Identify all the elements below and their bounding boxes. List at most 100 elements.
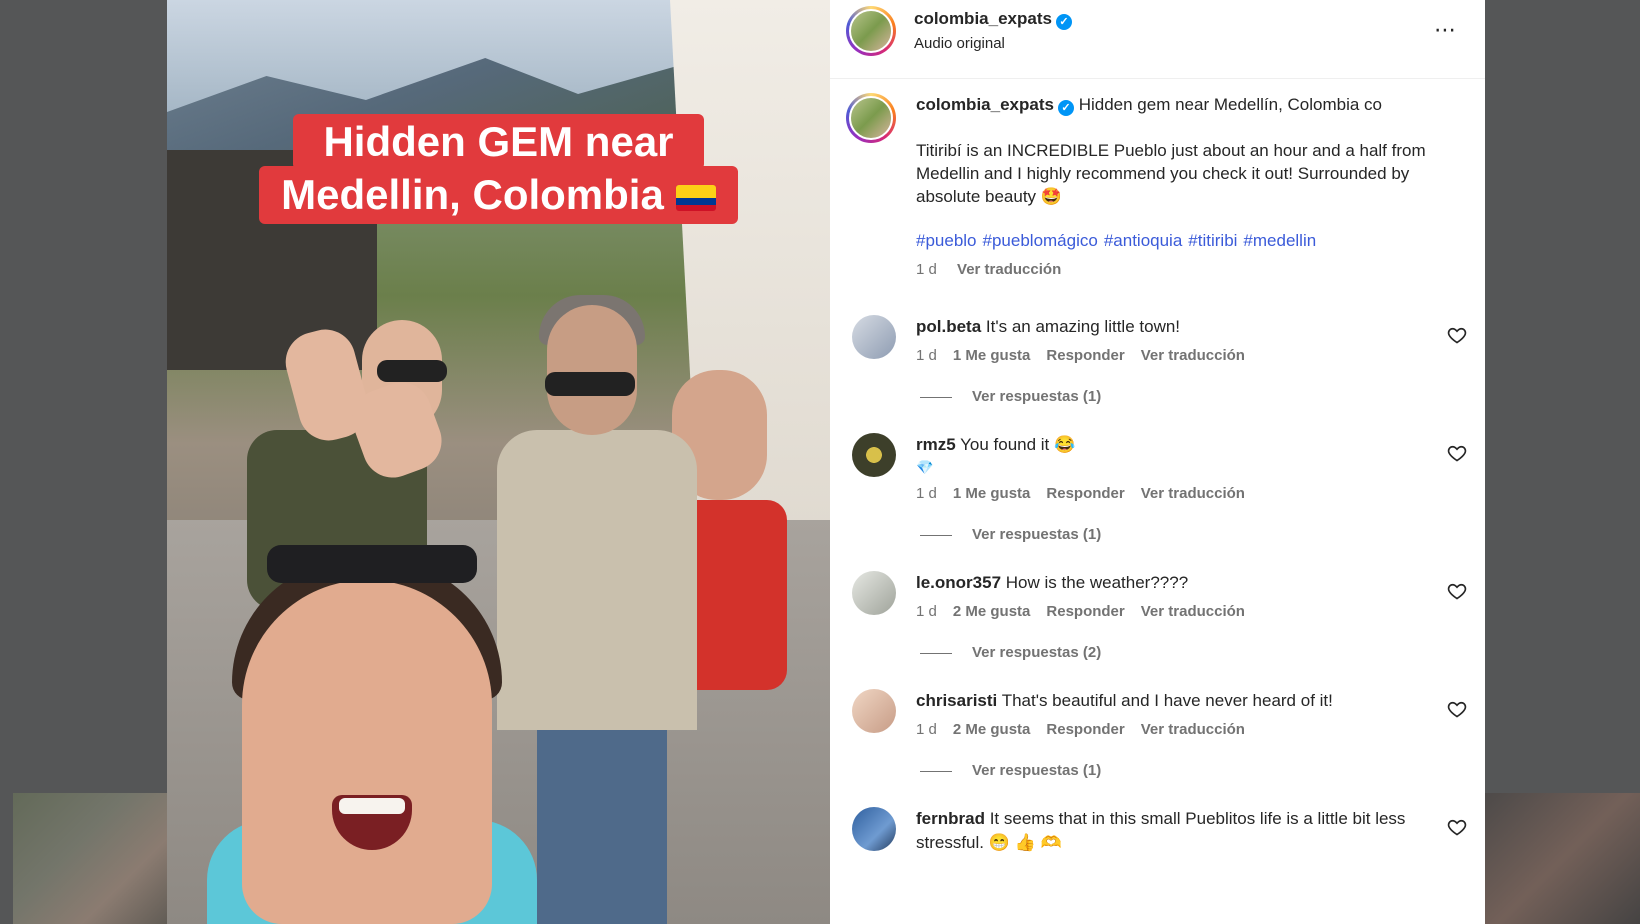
view-replies-button[interactable]: Ver respuestas (2) <box>916 644 1425 661</box>
reply-button[interactable]: Responder <box>1046 603 1124 620</box>
more-options-button[interactable]: ⋯ <box>1434 18 1457 43</box>
photo-sunglasses <box>545 372 635 396</box>
verified-badge-icon: ✓ <box>1057 100 1074 116</box>
comment-item: rmz5 You found it 😂 💎 1 d 1 Me gusta Respo… <box>830 433 1485 543</box>
comment-meta: 1 d 1 Me gusta Responder Ver traducción <box>916 485 1425 502</box>
comment-meta: 1 d 2 Me gusta Responder Ver traducción <box>916 603 1425 620</box>
post-details-panel: colombia_expats ✓ Audio original ⋯ colomb… <box>830 0 1485 924</box>
colombia-flag-icon <box>675 184 716 211</box>
video-text-overlay: Hidden GEM near Medellin, Colombia <box>167 114 830 224</box>
author-username-text[interactable]: colombia_expats <box>914 9 1052 28</box>
caption-time[interactable]: 1 d <box>916 261 937 278</box>
avatar-image <box>849 96 893 140</box>
reply-button[interactable]: Responder <box>1046 485 1124 502</box>
comment-time[interactable]: 1 d <box>916 721 937 738</box>
translate-button[interactable]: Ver traducción <box>1141 721 1245 738</box>
caption-hashtags: #pueblo #pueblomágico #antioquia #titiribi #… <box>916 231 1467 251</box>
hashtag-link[interactable]: #antioquia <box>1104 231 1182 250</box>
comment-text: It's an amazing little town! <box>985 317 1181 336</box>
next-post-preview[interactable] <box>1485 0 1640 793</box>
hashtag-link[interactable]: #pueblo <box>916 231 977 250</box>
like-heart-icon[interactable] <box>1447 699 1467 719</box>
avatar-image <box>849 9 893 53</box>
commenter-avatar[interactable] <box>852 689 896 733</box>
commenter-avatar[interactable] <box>852 807 896 851</box>
comment-text: How is the weather???? <box>1005 573 1189 592</box>
comment-likes[interactable]: 2 Me gusta <box>953 603 1031 620</box>
caption-body: Titiribí is an INCREDIBLE Pueblo just ab… <box>916 141 1426 206</box>
translate-button[interactable]: Ver traducción <box>1141 485 1245 502</box>
comment-time[interactable]: 1 d <box>916 603 937 620</box>
commenter-avatar[interactable] <box>852 571 896 615</box>
comment-text-line: pol.beta It's an amazing little town! <box>916 315 1425 339</box>
like-heart-icon[interactable] <box>1447 817 1467 837</box>
replies-divider <box>920 396 952 398</box>
like-heart-icon[interactable] <box>1447 325 1467 345</box>
comments-scroll-area[interactable]: colombia_expats ✓ Hidden gem near Medellí… <box>830 79 1485 924</box>
commenter-username[interactable]: pol.beta <box>916 317 981 336</box>
view-replies-label[interactable]: Ver respuestas (1) <box>972 762 1101 779</box>
reply-button[interactable]: Responder <box>1046 347 1124 364</box>
replies-divider <box>920 534 952 536</box>
comment-time[interactable]: 1 d <box>916 347 937 364</box>
translate-button[interactable]: Ver traducción <box>957 261 1061 278</box>
caption-meta: 1 d Ver traducción <box>916 261 1467 278</box>
caption-username[interactable]: colombia_expats <box>916 95 1054 114</box>
like-heart-icon[interactable] <box>1447 443 1467 463</box>
overlay-line-2: Medellin, Colombia <box>259 166 738 224</box>
view-replies-label[interactable]: Ver respuestas (2) <box>972 644 1101 661</box>
translate-button[interactable]: Ver traducción <box>1141 603 1245 620</box>
view-replies-button[interactable]: Ver respuestas (1) <box>916 762 1425 779</box>
hashtag-link[interactable]: #pueblomágico <box>983 231 1098 250</box>
commenter-avatar[interactable] <box>852 315 896 359</box>
author-username[interactable]: colombia_expats ✓ <box>914 9 1072 30</box>
comment-likes[interactable]: 1 Me gusta <box>953 347 1031 364</box>
commenter-username[interactable]: le.onor357 <box>916 573 1001 592</box>
caption-first-line: colombia_expats ✓ Hidden gem near Medellí… <box>916 93 1467 117</box>
flag-stripe-red <box>675 204 716 211</box>
previous-post-thumbnail[interactable] <box>13 793 168 924</box>
hashtag-link[interactable]: #medellin <box>1243 231 1316 250</box>
comment-text-line: le.onor357 How is the weather???? <box>916 571 1425 595</box>
comment-time[interactable]: 1 d <box>916 485 937 502</box>
comment-text: It seems that in this small Pueblitos li… <box>916 809 1406 852</box>
view-replies-button[interactable]: Ver respuestas (1) <box>916 388 1425 405</box>
view-replies-button[interactable]: Ver respuestas (1) <box>916 526 1425 543</box>
hashtag-link[interactable]: #titiribi <box>1188 231 1237 250</box>
comment-likes[interactable]: 2 Me gusta <box>953 721 1031 738</box>
comment-meta: 1 d 1 Me gusta Responder Ver traducción <box>916 347 1425 364</box>
post-header: colombia_expats ✓ Audio original ⋯ <box>830 0 1485 79</box>
commenter-username[interactable]: rmz5 <box>916 435 956 454</box>
comment-likes[interactable]: 1 Me gusta <box>953 485 1031 502</box>
caption-headline: Hidden gem near Medellín, Colombia co <box>1078 95 1383 114</box>
photo-teeth <box>339 798 405 814</box>
comment-item: le.onor357 How is the weather???? 1 d 2 M… <box>830 571 1485 661</box>
commenter-username[interactable]: fernbrad <box>916 809 985 828</box>
photo-person-shirt <box>497 430 697 730</box>
commenter-username[interactable]: chrisaristi <box>916 691 997 710</box>
comment-text: That's beautiful and I have never heard … <box>1001 691 1333 710</box>
photo-person-face <box>242 580 492 924</box>
commenter-avatar[interactable] <box>852 433 896 477</box>
audio-link[interactable]: Audio original <box>914 35 1005 52</box>
translate-button[interactable]: Ver traducción <box>1141 347 1245 364</box>
comment-item: fernbrad It seems that in this small Pue… <box>830 807 1485 855</box>
author-avatar[interactable] <box>846 6 896 56</box>
overlay-line-1: Hidden GEM near <box>293 114 704 170</box>
like-heart-icon[interactable] <box>1447 581 1467 601</box>
replies-divider <box>920 770 952 772</box>
photo-sunglasses <box>377 360 447 382</box>
comment-item: chrisaristi That's beautiful and I have … <box>830 689 1485 779</box>
reply-button[interactable]: Responder <box>1046 721 1124 738</box>
comment-item: pol.beta It's an amazing little town! 1 … <box>830 315 1485 405</box>
verified-badge-icon: ✓ <box>1055 14 1072 30</box>
replies-divider <box>920 652 952 654</box>
next-post-thumbnail[interactable] <box>1485 793 1640 924</box>
caption-author-avatar[interactable] <box>846 93 896 143</box>
post-media[interactable]: Hidden GEM near Medellin, Colombia <box>167 0 830 924</box>
view-replies-label[interactable]: Ver respuestas (1) <box>972 388 1101 405</box>
flag-stripe-yellow <box>675 184 716 198</box>
view-replies-label[interactable]: Ver respuestas (1) <box>972 526 1101 543</box>
previous-post-preview[interactable] <box>0 0 168 924</box>
comment-meta: 1 d 2 Me gusta Responder Ver traducción <box>916 721 1425 738</box>
